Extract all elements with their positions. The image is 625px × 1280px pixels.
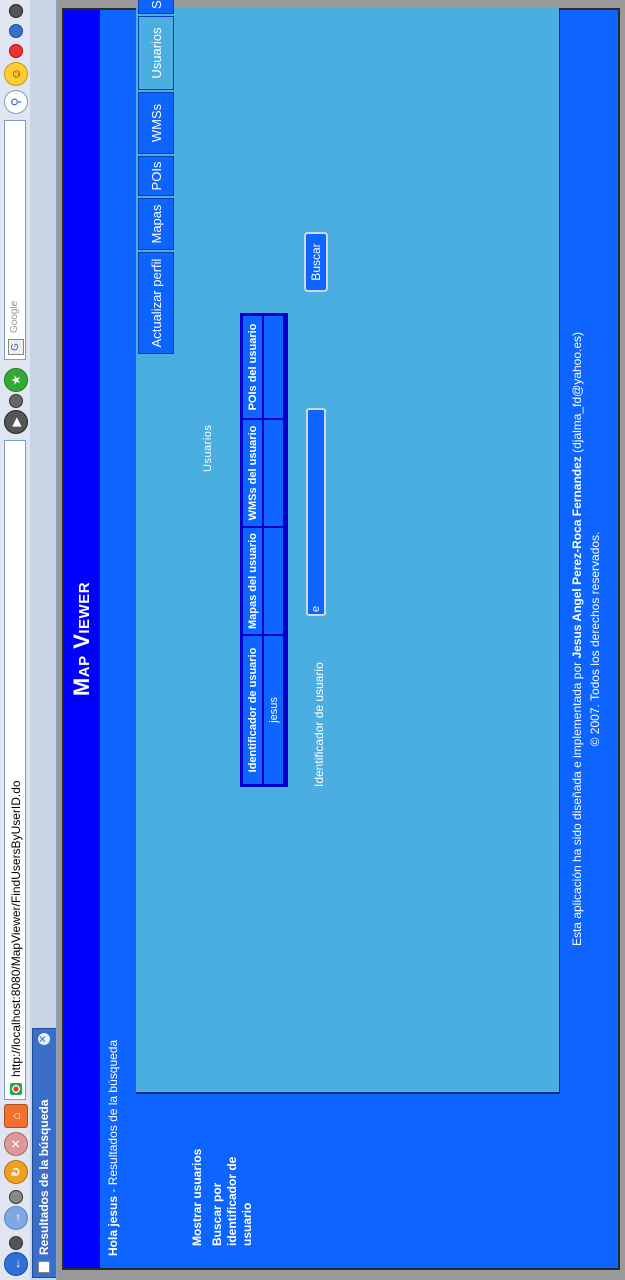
favicon-icon [38,1261,50,1273]
greeting-suffix: - Resultados de la búsqueda [106,1039,120,1196]
footer-copyright: © 2007. Todos los derechos reservados. [588,531,602,747]
table-cell-wmss[interactable] [264,420,283,526]
nav-actualizar-perfil[interactable]: Actualizar perfil [138,252,174,354]
sidebar-item-buscar-por-identificador[interactable]: Buscar por identificador de usuario [210,1126,255,1246]
nav-mapas[interactable]: Mapas [138,198,174,250]
table-cell-pois[interactable] [264,316,283,418]
nav-salir[interactable]: Salir [138,0,174,14]
search-box[interactable]: G Google [4,120,26,360]
address-bar[interactable]: http://localhost:8080/MapViewer/FindUser… [4,440,26,1100]
page-icon [10,1083,22,1095]
search-label: Identificador de usuario [312,662,326,787]
tab-active[interactable]: Resultados de la búsqueda ✕ [32,1028,56,1278]
go-button[interactable]: ▶ [4,410,28,434]
user-id-input[interactable] [306,408,326,616]
search-icon[interactable]: ⚲ [4,90,28,114]
section-title: Usuarios [202,424,214,472]
info-icon[interactable] [9,24,23,38]
table-header-identificador: Identificador de usuario [243,636,262,784]
nav-bar: Actualizar perfil Mapas POIs WMSs Usuari… [136,0,178,1092]
forward-history-dropdown[interactable] [9,1190,23,1204]
extension-icon[interactable]: ★ [4,368,28,392]
results-table: Identificador de usuario Mapas del usuar… [240,313,288,787]
forward-button[interactable]: → [4,1206,28,1230]
tab-title: Resultados de la búsqueda [37,1099,51,1255]
nav-pois[interactable]: POIs [138,156,174,196]
table-cell-mapas[interactable] [264,528,283,634]
addon-indicator [9,394,23,408]
address-bar-url: http://localhost:8080/MapViewer/FindUser… [9,780,23,1077]
stop-record-icon[interactable] [9,44,23,58]
home-button[interactable]: ⌂ [4,1104,28,1128]
table-cell-user-id[interactable]: jesus [264,636,283,784]
greeting-user: jesus [106,1195,120,1227]
search-button[interactable]: Buscar [304,232,328,292]
table-header-pois: POIs del usuario [243,316,262,418]
main-content: Actualizar perfil Mapas POIs WMSs Usuari… [136,0,560,1092]
tab-bar: Resultados de la búsqueda ✕ [30,0,57,1280]
stop-button[interactable]: ✕ [4,1132,28,1156]
smiley-icon[interactable]: ☺ [4,62,28,86]
footer-author: Jesus Angel Perez-Roca Fernandez [570,456,584,659]
footer-credits: Esta aplicación ha sido diseñada e imple… [570,10,584,1268]
app-title: Map Viewer [69,581,94,697]
nav-wmss[interactable]: WMSs [138,92,174,154]
app-header: Map Viewer [64,10,100,1268]
sidebar-item-mostrar-usuarios[interactable]: Mostrar usuarios [190,1149,205,1246]
table-header-mapas: Mapas del usuario [243,528,262,634]
close-window-icon[interactable] [9,4,23,18]
browser-window: ← → ↻ ✕ ⌂ http://localhost:8080/MapViewe… [0,0,625,1280]
greeting: Hola jesus - Resultados de la búsqueda [106,1040,120,1256]
browser-toolbar: ← → ↻ ✕ ⌂ http://localhost:8080/MapViewe… [0,0,31,1280]
back-button[interactable]: ← [4,1252,28,1276]
search-placeholder: Google [9,300,20,333]
footer-email: (djalma_fd@yahoo.es) [570,331,584,457]
back-history-dropdown[interactable] [9,1236,23,1250]
footer: Esta aplicación ha sido diseñada e imple… [560,10,618,1268]
page: Map Viewer Hola jesus - Resultados de la… [62,0,620,1270]
table-header-wmss: WMSs del usuario [243,420,262,526]
close-tab-icon[interactable]: ✕ [38,1033,50,1045]
footer-credits-prefix: Esta aplicación ha sido diseñada e imple… [570,658,584,947]
greeting-prefix: Hola [106,1229,120,1256]
reload-button[interactable]: ↻ [4,1160,28,1184]
google-icon[interactable]: G [8,339,24,355]
sidebar: Mostrar usuarios Buscar por identificado… [136,1092,560,1268]
nav-usuarios[interactable]: Usuarios [138,16,174,90]
